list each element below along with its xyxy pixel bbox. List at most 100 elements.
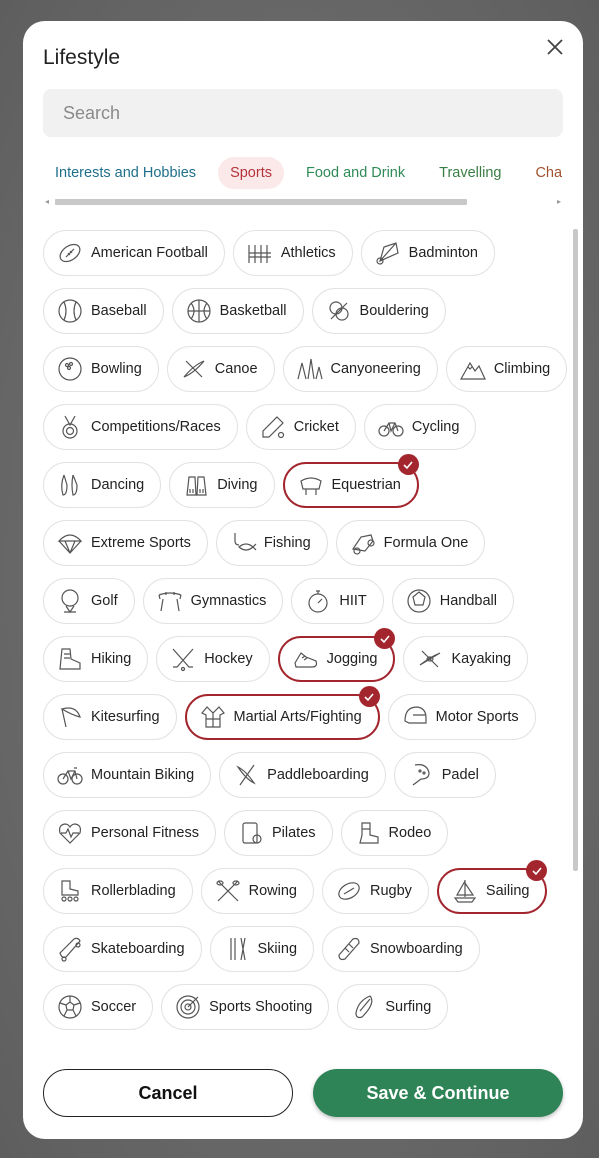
tab-travelling[interactable]: Travelling	[427, 157, 513, 189]
sport-chip-athletics[interactable]: Athletics	[232, 230, 353, 276]
list-scrollbar[interactable]	[571, 221, 579, 1043]
sport-chip-baseball[interactable]: Baseball	[43, 288, 164, 334]
sport-chip-motor-sports[interactable]: Motor Sports	[387, 694, 536, 740]
sport-chip-extreme-sports[interactable]: Extreme Sports	[43, 520, 208, 566]
pommel-horse-icon	[156, 587, 184, 615]
handball-icon	[405, 587, 433, 615]
sport-chip-pilates[interactable]: Pilates	[224, 810, 333, 856]
sport-chip-golf[interactable]: Golf	[43, 578, 135, 624]
sport-chip-equestrian[interactable]: Equestrian	[282, 454, 419, 508]
sailboat-icon	[451, 877, 479, 905]
sport-chip-label: Paddleboarding	[267, 767, 369, 783]
tab-food-and-drink[interactable]: Food and Drink	[294, 157, 417, 189]
chip-row: Personal Fitness Pilates Rodeo	[43, 810, 573, 868]
basketball-icon	[185, 297, 213, 325]
sport-chip-cricket[interactable]: Cricket	[245, 404, 356, 450]
cancel-button[interactable]: Cancel	[43, 1069, 293, 1117]
kite-icon	[56, 703, 84, 731]
sport-chip-skiing[interactable]: Skiing	[209, 926, 315, 972]
sport-chip-label: Padel	[441, 767, 479, 783]
athletics-hurdles-icon	[246, 239, 274, 267]
sport-chip-competitions-races[interactable]: Competitions/Races	[43, 404, 238, 450]
rollerblade-icon	[56, 877, 84, 905]
sport-chip-formula-one[interactable]: Formula One	[335, 520, 486, 566]
mountain-icon	[459, 355, 487, 383]
sport-chip-sailing[interactable]: Sailing	[436, 860, 548, 914]
sport-chip-martial-arts-fighting[interactable]: Martial Arts/Fighting	[184, 686, 380, 740]
close-icon[interactable]	[543, 35, 567, 59]
sport-chip-gymnastics[interactable]: Gymnastics	[142, 578, 284, 624]
search-input[interactable]	[43, 89, 563, 137]
sport-chip-hockey[interactable]: Hockey	[156, 636, 270, 682]
sport-chip-canoe[interactable]: Canoe	[166, 346, 275, 392]
sport-chip-badminton[interactable]: Badminton	[360, 230, 495, 276]
sport-chip-label: Canyoneering	[330, 361, 421, 377]
sport-chip-kayaking[interactable]: Kayaking	[403, 636, 529, 682]
list-scrollbar-thumb[interactable]	[573, 229, 578, 871]
sport-chip-rodeo[interactable]: Rodeo	[340, 810, 449, 856]
sport-chip-label: Motor Sports	[435, 709, 519, 725]
sport-chip-basketball[interactable]: Basketball	[171, 288, 304, 334]
sport-chip-canyoneering[interactable]: Canyoneering	[282, 346, 438, 392]
sport-chip-label: Fishing	[263, 535, 311, 551]
sport-chip-hiit[interactable]: HIIT	[291, 578, 384, 624]
tabs-scrollbar[interactable]: ◂ ▸	[45, 196, 561, 206]
sport-chip-skateboarding[interactable]: Skateboarding	[43, 926, 202, 972]
race-car-icon	[349, 529, 377, 557]
sport-chip-rugby[interactable]: Rugby	[322, 868, 429, 914]
sport-chip-paddleboarding[interactable]: Paddleboarding	[219, 752, 386, 798]
sport-chip-label: HIIT	[339, 593, 367, 609]
sport-chip-climbing[interactable]: Climbing	[445, 346, 568, 392]
american-football-icon	[56, 239, 84, 267]
chip-row: Golf Gymnastics HIIT Handball	[43, 578, 573, 636]
chip-row: Dancing Diving Equestrian	[43, 454, 573, 520]
scroll-right-icon[interactable]: ▸	[557, 197, 561, 206]
sport-chip-cycling[interactable]: Cycling	[363, 404, 477, 450]
ballet-shoes-icon	[56, 471, 84, 499]
sport-chip-diving[interactable]: Diving	[169, 462, 275, 508]
sport-chip-bouldering[interactable]: Bouldering	[311, 288, 446, 334]
sport-chip-personal-fitness[interactable]: Personal Fitness	[43, 810, 216, 856]
medal-icon	[56, 413, 84, 441]
sport-chip-soccer[interactable]: Soccer	[43, 984, 154, 1030]
chip-row: Mountain Biking Paddleboarding Padel	[43, 752, 573, 810]
chip-row: Hiking Hockey Jogging Kayaking	[43, 628, 573, 694]
sport-chip-label: Personal Fitness	[91, 825, 199, 841]
sport-chip-rollerblading[interactable]: Rollerblading	[43, 868, 193, 914]
tab-interests-and-hobbies[interactable]: Interests and Hobbies	[43, 157, 208, 189]
sport-chip-dancing[interactable]: Dancing	[43, 462, 162, 508]
sport-chip-mountain-biking[interactable]: Mountain Biking	[43, 752, 212, 798]
sport-chip-label: Snowboarding	[370, 941, 463, 957]
sport-chip-american-football[interactable]: American Football	[43, 230, 225, 276]
sport-chip-label: Climbing	[493, 361, 551, 377]
save-and-continue-button[interactable]: Save & Continue	[313, 1069, 563, 1117]
sport-chip-label: Bouldering	[359, 303, 429, 319]
flippers-icon	[182, 471, 210, 499]
tab-sports[interactable]: Sports	[218, 157, 284, 189]
tab-characteristics[interactable]: Chara	[523, 157, 563, 189]
running-shoe-icon	[292, 645, 320, 673]
sport-chip-hiking[interactable]: Hiking	[43, 636, 149, 682]
sport-chip-label: Rodeo	[388, 825, 432, 841]
sport-chip-kitesurfing[interactable]: Kitesurfing	[43, 694, 177, 740]
sport-chip-label: Cycling	[411, 419, 460, 435]
sport-chip-label: Rowing	[248, 883, 297, 899]
sport-chip-jogging[interactable]: Jogging	[277, 628, 396, 682]
sport-chip-surfing[interactable]: Surfing	[337, 984, 449, 1030]
sport-chip-snowboarding[interactable]: Snowboarding	[322, 926, 480, 972]
sport-chip-padel[interactable]: Padel	[393, 752, 496, 798]
cowboy-boot-icon	[354, 819, 382, 847]
baseball-icon	[56, 297, 84, 325]
sport-chip-fishing[interactable]: Fishing	[215, 520, 328, 566]
tabs-scrollbar-thumb[interactable]	[55, 199, 467, 205]
modal-title: Lifestyle	[43, 46, 121, 69]
paddleboard-icon	[232, 761, 260, 789]
sport-chip-sports-shooting[interactable]: Sports Shooting	[161, 984, 330, 1030]
sport-chip-bowling[interactable]: Bowling	[43, 346, 159, 392]
sport-chip-label: Hockey	[204, 651, 253, 667]
scroll-left-icon[interactable]: ◂	[45, 197, 49, 206]
sport-chip-handball[interactable]: Handball	[391, 578, 514, 624]
sport-chip-rowing[interactable]: Rowing	[200, 868, 314, 914]
sport-chip-label: Pilates	[272, 825, 316, 841]
yoga-mat-icon	[237, 819, 265, 847]
